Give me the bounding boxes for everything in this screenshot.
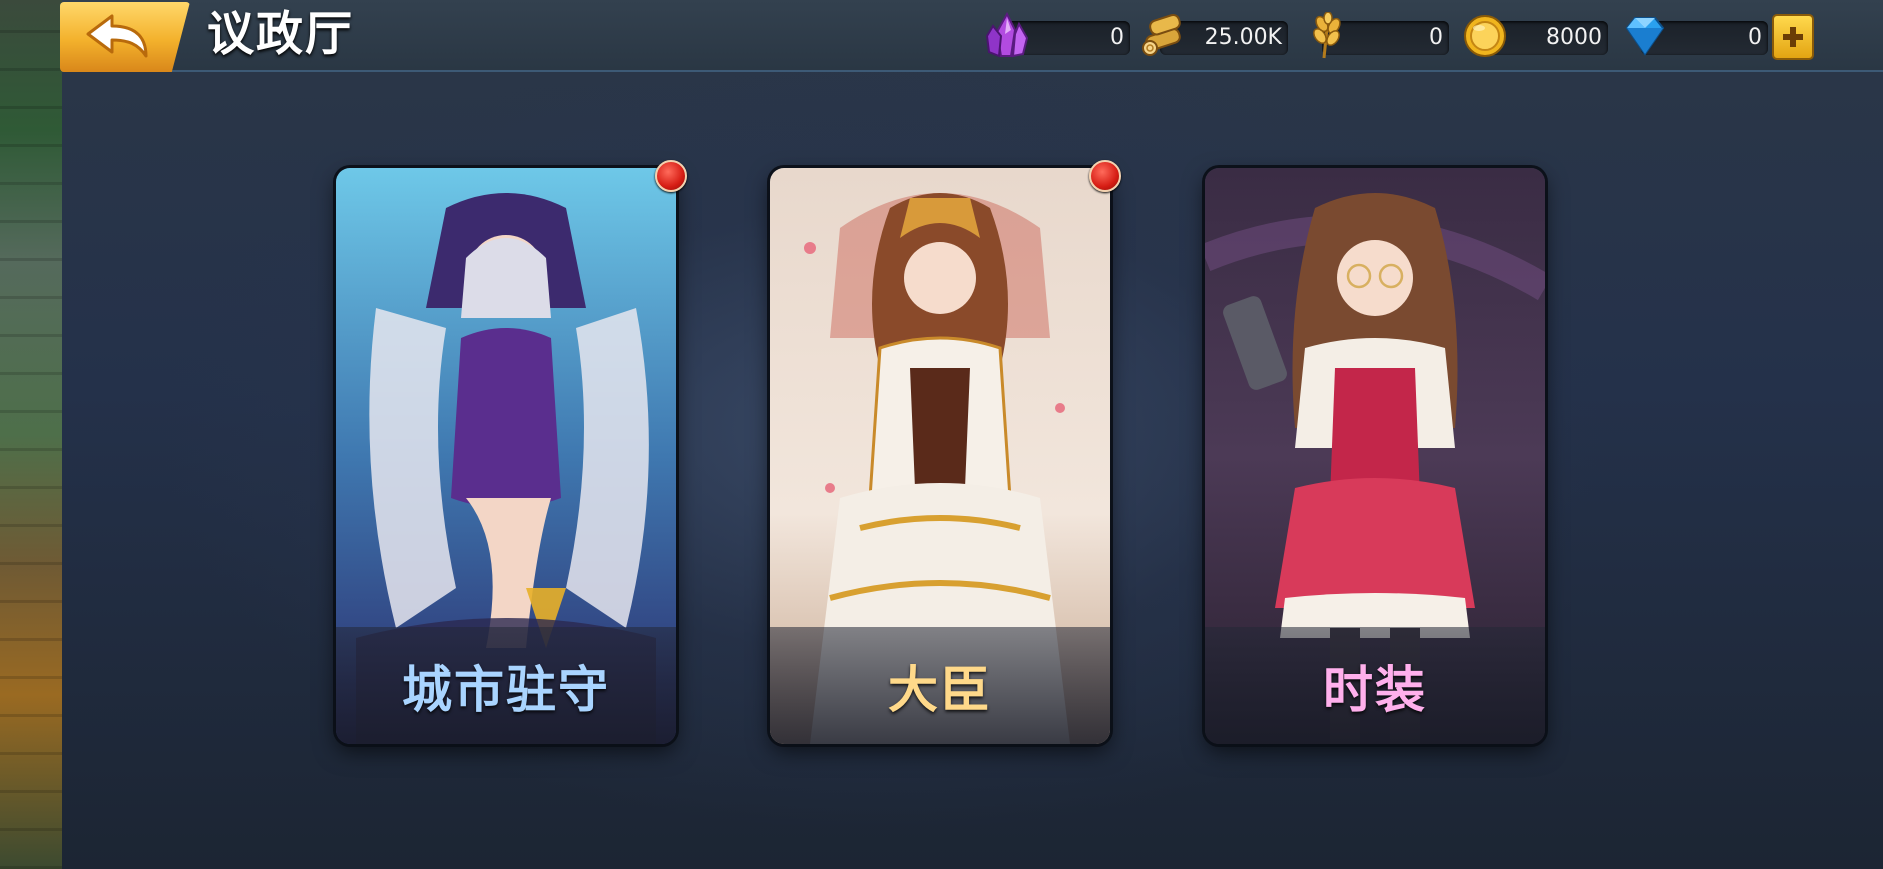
card-minister[interactable]: 大臣 [770, 168, 1110, 744]
resource-diamond: 0 [1621, 17, 1768, 56]
card-label: 城市驻守 [402, 661, 610, 719]
card-label: 大臣 [888, 661, 992, 719]
gold-coin-icon [1464, 15, 1506, 57]
resource-crystal: 0 [983, 12, 1130, 58]
back-button[interactable] [60, 2, 190, 72]
resource-grain: 0 [1302, 12, 1449, 59]
diamond-value: 0 [1748, 25, 1762, 50]
card-city-garrison[interactable]: 城市驻守 [336, 168, 676, 744]
resource-gold: 8000 [1461, 15, 1608, 57]
card-label: 时装 [1323, 661, 1427, 719]
page-title: 议政厅 [207, 7, 354, 62]
notification-dot [655, 160, 687, 192]
wood-value: 25.00K [1204, 25, 1282, 50]
crystal-value: 0 [1110, 25, 1124, 50]
card-fashion[interactable]: 时装 [1205, 168, 1545, 744]
purple-crystal-icon [985, 12, 1029, 58]
world-background-strip [0, 0, 62, 869]
resource-wood: 25.00K [1140, 13, 1288, 56]
wheat-icon [1313, 12, 1341, 59]
back-arrow-icon [86, 14, 148, 58]
add-diamond-button[interactable] [1772, 14, 1814, 60]
wood-logs-icon [1142, 13, 1181, 56]
gold-value: 8000 [1546, 25, 1602, 50]
blue-diamond-icon [1625, 17, 1665, 56]
grain-value: 0 [1429, 25, 1443, 50]
notification-dot [1089, 160, 1121, 192]
